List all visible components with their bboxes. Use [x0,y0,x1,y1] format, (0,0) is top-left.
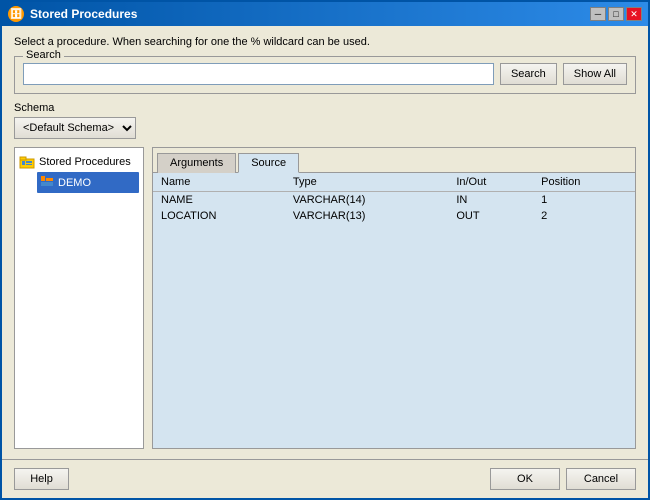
cell-position: 2 [533,208,635,224]
title-controls: ─ □ ✕ [590,7,642,21]
arguments-table: Name Type In/Out Position NAME VARCHAR(1… [153,173,635,224]
tab-content: Name Type In/Out Position NAME VARCHAR(1… [153,173,635,448]
tree-root-item[interactable]: Stored Procedures [19,152,139,172]
title-bar: 🗄 Stored Procedures ─ □ ✕ [2,2,648,26]
window-body: Select a procedure. When searching for o… [2,26,648,459]
tab-source[interactable]: Source [238,153,299,173]
footer-right: OK Cancel [490,468,636,490]
stored-procedures-icon [19,154,35,170]
window-icon: 🗄 [8,6,24,22]
cell-position: 1 [533,192,635,209]
search-row: Search Show All [23,63,627,85]
footer: Help OK Cancel [2,459,648,498]
cell-name: NAME [153,192,285,209]
tree-child-item-demo[interactable]: DEMO [37,172,139,193]
cell-type: VARCHAR(13) [285,208,448,224]
col-position-header: Position [533,173,635,192]
cell-inout: OUT [448,208,533,224]
cell-name: LOCATION [153,208,285,224]
cancel-button[interactable]: Cancel [566,468,636,490]
col-name-header: Name [153,173,285,192]
tree-child-icon [40,174,54,191]
right-panel: Arguments Source Name Type In/Out [152,147,636,449]
tree-root: Stored Procedures DEMO [19,152,139,193]
tree-root-label: Stored Procedures [39,156,131,168]
minimize-button[interactable]: ─ [590,7,606,21]
schema-label: Schema [14,102,636,114]
search-group-label: Search [23,49,64,61]
search-group: Search Search Show All [14,56,636,94]
tree-child-label: DEMO [58,177,91,189]
help-button[interactable]: Help [14,468,69,490]
col-inout-header: In/Out [448,173,533,192]
cell-type: VARCHAR(14) [285,192,448,209]
schema-section: Schema <Default Schema> [14,102,636,139]
main-window: 🗄 Stored Procedures ─ □ ✕ Select a proce… [0,0,650,500]
close-button[interactable]: ✕ [626,7,642,21]
col-type-header: Type [285,173,448,192]
show-all-button[interactable]: Show All [563,63,627,85]
hint-text: Select a procedure. When searching for o… [14,36,636,48]
search-input[interactable] [23,63,494,85]
ok-button[interactable]: OK [490,468,560,490]
tabs-bar: Arguments Source [153,148,635,173]
table-header-row: Name Type In/Out Position [153,173,635,192]
maximize-button[interactable]: □ [608,7,624,21]
table-row[interactable]: LOCATION VARCHAR(13) OUT 2 [153,208,635,224]
main-area: Stored Procedures DEMO [14,147,636,449]
schema-dropdown[interactable]: <Default Schema> [14,117,136,139]
tab-arguments[interactable]: Arguments [157,153,236,173]
tree-children: DEMO [37,172,139,193]
window-title: Stored Procedures [30,7,137,21]
table-row[interactable]: NAME VARCHAR(14) IN 1 [153,192,635,209]
cell-inout: IN [448,192,533,209]
left-panel: Stored Procedures DEMO [14,147,144,449]
title-bar-left: 🗄 Stored Procedures [8,6,137,22]
search-button[interactable]: Search [500,63,557,85]
